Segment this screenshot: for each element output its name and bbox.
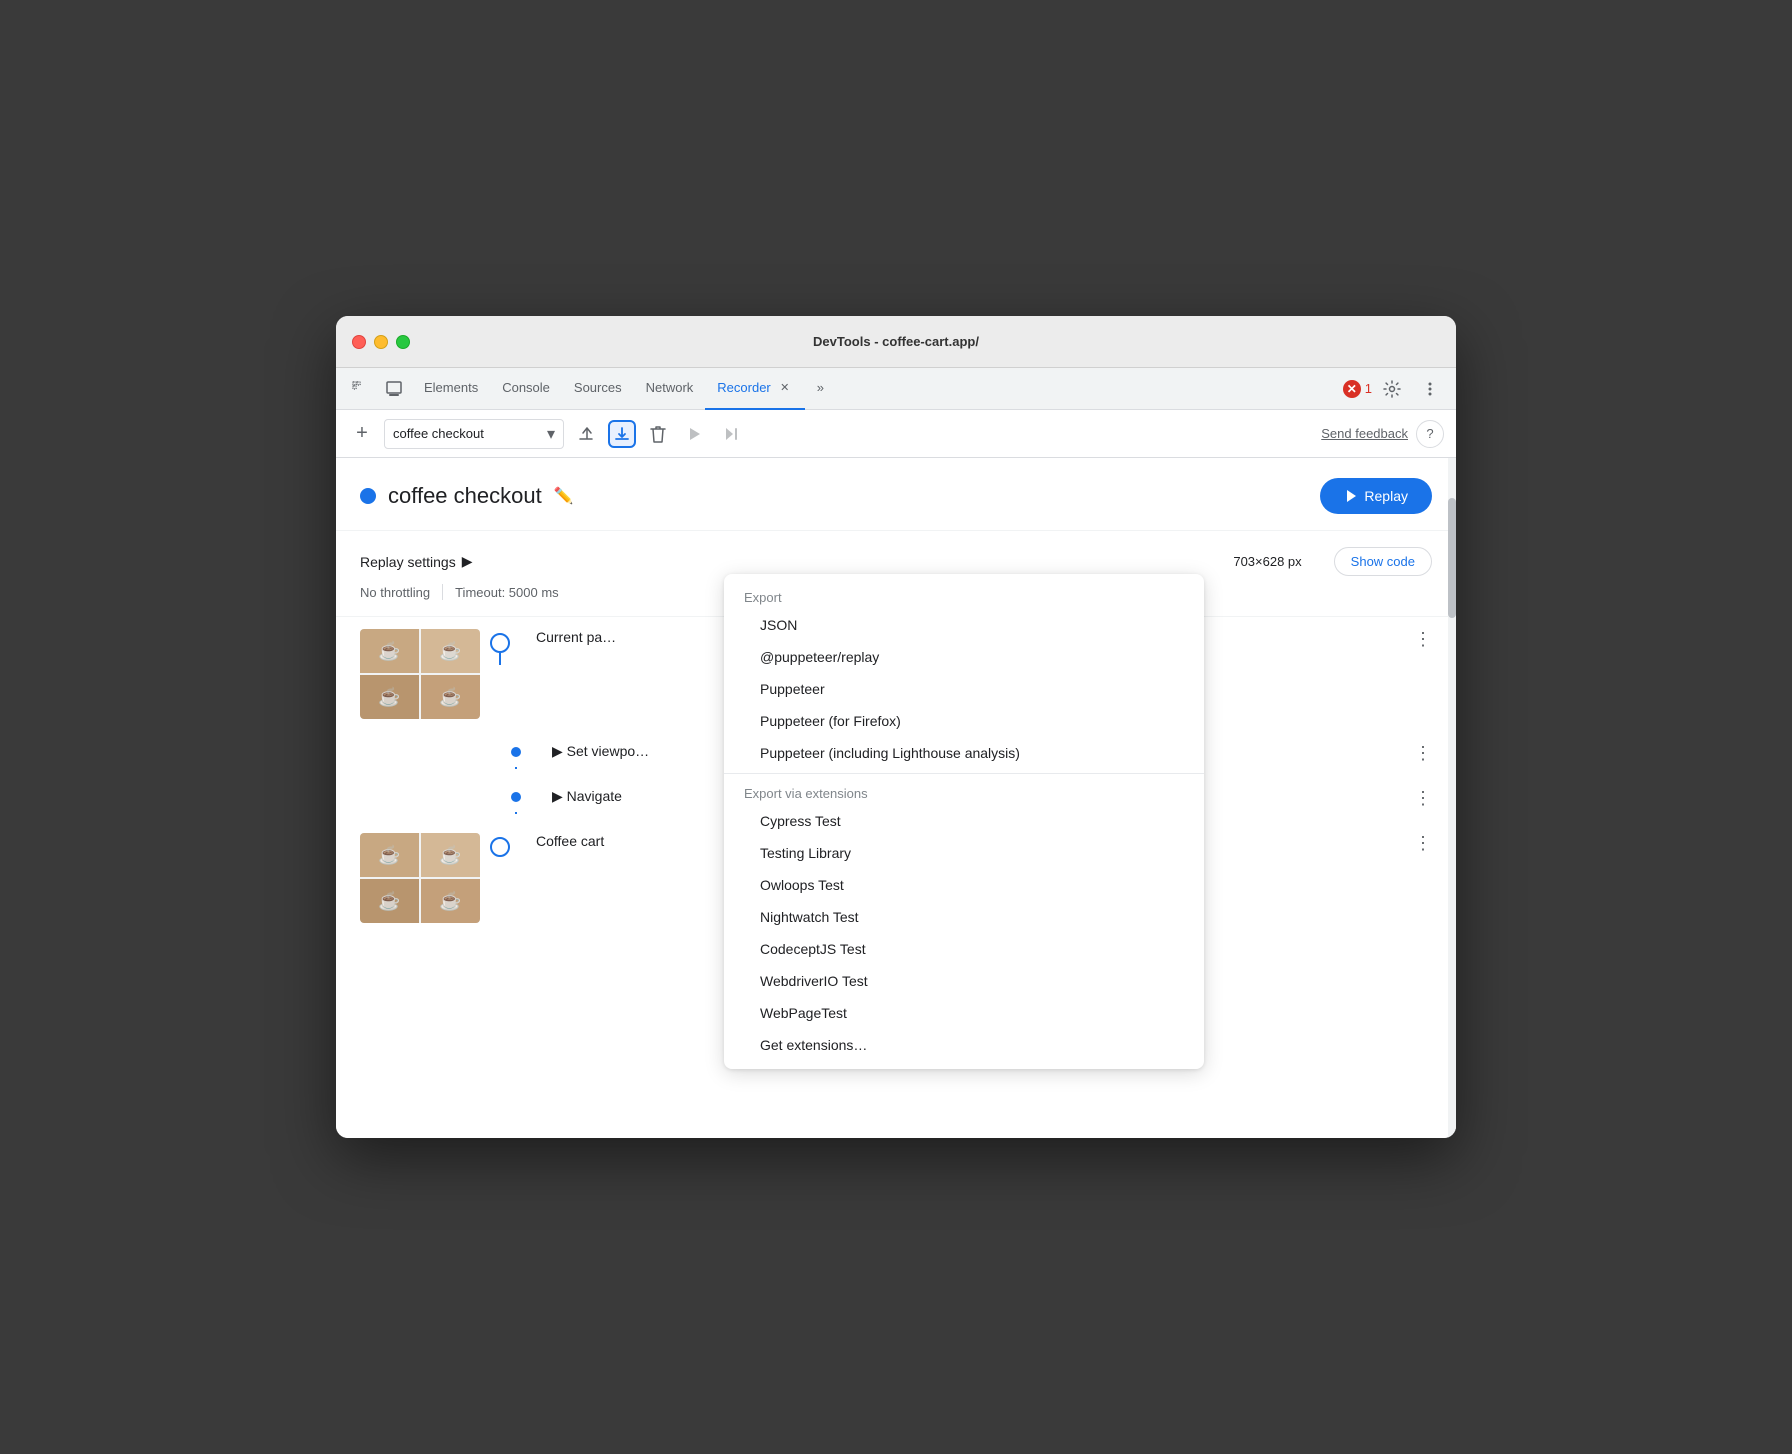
- export-to-url-icon[interactable]: [572, 420, 600, 448]
- menu-divider: [724, 773, 1204, 774]
- step-line: [499, 653, 501, 665]
- more-options-icon[interactable]: [1414, 373, 1446, 405]
- export-extensions-label: Export via extensions: [724, 778, 1204, 805]
- recording-title: coffee checkout: [388, 483, 542, 509]
- recording-name-label: coffee checkout: [393, 426, 484, 441]
- titlebar: DevTools - coffee-cart.app/: [336, 316, 1456, 368]
- recorder-toolbar: + coffee checkout ▾: [336, 410, 1456, 458]
- error-badge[interactable]: ✕ 1: [1343, 380, 1372, 398]
- export-button[interactable]: [608, 420, 636, 448]
- error-count: 1: [1365, 381, 1372, 396]
- settings-expand-icon: ▶: [462, 553, 473, 570]
- step-more-menu-3[interactable]: ⋮: [1414, 788, 1432, 809]
- tab-network[interactable]: Network: [634, 368, 706, 410]
- menu-item-testing-library[interactable]: Testing Library: [724, 837, 1204, 869]
- menu-item-puppeteer-replay[interactable]: @puppeteer/replay: [724, 641, 1204, 673]
- minimize-button[interactable]: [374, 335, 388, 349]
- step-dot-large-4: [490, 837, 510, 857]
- step-recording-button[interactable]: [716, 420, 744, 448]
- replay-button-label: Replay: [1364, 488, 1408, 504]
- step-dot-small-3: [511, 792, 521, 802]
- inspect-icon[interactable]: [378, 373, 410, 405]
- menu-item-owloops[interactable]: Owloops Test: [724, 869, 1204, 901]
- menu-item-json[interactable]: JSON: [724, 609, 1204, 641]
- recording-header: coffee checkout ✏️ Replay: [336, 458, 1456, 531]
- show-code-button[interactable]: Show code: [1334, 547, 1432, 576]
- recording-title-area: coffee checkout ✏️: [360, 483, 574, 509]
- menu-item-webdriverio[interactable]: WebdriverIO Test: [724, 965, 1204, 997]
- menu-item-puppeteer[interactable]: Puppeteer: [724, 673, 1204, 705]
- menu-item-puppeteer-lighthouse[interactable]: Puppeteer (including Lighthouse analysis…: [724, 737, 1204, 769]
- recording-status-dot: [360, 488, 376, 504]
- replay-settings-label: Replay settings: [360, 554, 456, 570]
- step-more-menu-4[interactable]: ⋮: [1414, 833, 1432, 854]
- step-line-3: [515, 812, 517, 814]
- send-feedback-link[interactable]: Send feedback: [1321, 426, 1408, 441]
- traffic-lights: [352, 335, 410, 349]
- step-thumbnail-2: ☕ ☕ ☕ ☕: [360, 833, 480, 923]
- settings-icon[interactable]: [1376, 373, 1408, 405]
- devtools-tabs-bar: Elements Console Sources Network Recorde…: [336, 368, 1456, 410]
- menu-item-puppeteer-firefox[interactable]: Puppeteer (for Firefox): [724, 705, 1204, 737]
- tab-close-icon[interactable]: ✕: [777, 380, 793, 396]
- settings-divider: [442, 584, 443, 600]
- tab-sources[interactable]: Sources: [562, 368, 634, 410]
- menu-item-nightwatch[interactable]: Nightwatch Test: [724, 901, 1204, 933]
- menu-item-cypress[interactable]: Cypress Test: [724, 805, 1204, 837]
- recording-selector[interactable]: coffee checkout ▾: [384, 419, 564, 449]
- step-title-4: Coffee cart: [536, 833, 604, 849]
- replay-button[interactable]: Replay: [1320, 478, 1432, 514]
- viewport-size: 703×628 px: [1233, 554, 1301, 569]
- menu-item-get-extensions[interactable]: Get extensions…: [724, 1029, 1204, 1061]
- show-code-label: Show code: [1351, 554, 1415, 569]
- timeout-label: Timeout: 5000 ms: [455, 585, 559, 600]
- menu-item-webpagetest[interactable]: WebPageTest: [724, 997, 1204, 1029]
- maximize-button[interactable]: [396, 335, 410, 349]
- step-dot-small-2: [511, 747, 521, 757]
- play-recording-button[interactable]: [680, 420, 708, 448]
- step-dot-large: [490, 633, 510, 653]
- tab-console[interactable]: Console: [490, 368, 562, 410]
- cursor-icon[interactable]: [344, 373, 376, 405]
- tab-recorder[interactable]: Recorder ✕: [705, 368, 804, 410]
- delete-recording-button[interactable]: [644, 420, 672, 448]
- help-button[interactable]: ?: [1416, 420, 1444, 448]
- step-thumbnail: ☕ ☕ ☕ ☕: [360, 629, 480, 719]
- window-title: DevTools - coffee-cart.app/: [813, 334, 979, 349]
- replay-settings-toggle[interactable]: Replay settings ▶: [360, 553, 473, 570]
- step-title-1: Current pa…: [536, 629, 616, 645]
- step-more-menu-2[interactable]: ⋮: [1414, 743, 1432, 764]
- step-line-2: [515, 767, 517, 769]
- step-timeline-3: [496, 788, 536, 802]
- step-timeline-1: [480, 629, 520, 653]
- menu-item-codeceptjs[interactable]: CodeceptJS Test: [724, 933, 1204, 965]
- throttle-label: No throttling: [360, 585, 430, 600]
- scrollbar-thumb[interactable]: [1448, 498, 1456, 618]
- tab-more[interactable]: »: [805, 368, 836, 410]
- main-content: coffee checkout ✏️ Replay Replay setting…: [336, 458, 1456, 1138]
- tab-elements[interactable]: Elements: [412, 368, 490, 410]
- chevron-down-icon: ▾: [547, 424, 555, 444]
- edit-title-icon[interactable]: ✏️: [554, 486, 574, 506]
- settings-row: Replay settings ▶ 703×628 px Show code: [360, 547, 1432, 576]
- step-title-2: ▶ Set viewpo…: [552, 743, 649, 759]
- step-more-menu-1[interactable]: ⋮: [1414, 629, 1432, 650]
- export-dropdown-menu: Export JSON @puppeteer/replay Puppeteer …: [724, 574, 1204, 1069]
- step-title-3: ▶ Navigate: [552, 788, 622, 804]
- devtools-window: DevTools - coffee-cart.app/ Elements Con…: [336, 316, 1456, 1138]
- error-icon: ✕: [1343, 380, 1361, 398]
- scrollbar-track[interactable]: [1448, 458, 1456, 1138]
- export-section-label: Export: [724, 582, 1204, 609]
- step-timeline-2: [496, 743, 536, 757]
- step-timeline-4: [480, 833, 520, 857]
- add-recording-button[interactable]: +: [348, 420, 376, 448]
- close-button[interactable]: [352, 335, 366, 349]
- devtools-right-icons: ✕ 1: [1343, 373, 1448, 405]
